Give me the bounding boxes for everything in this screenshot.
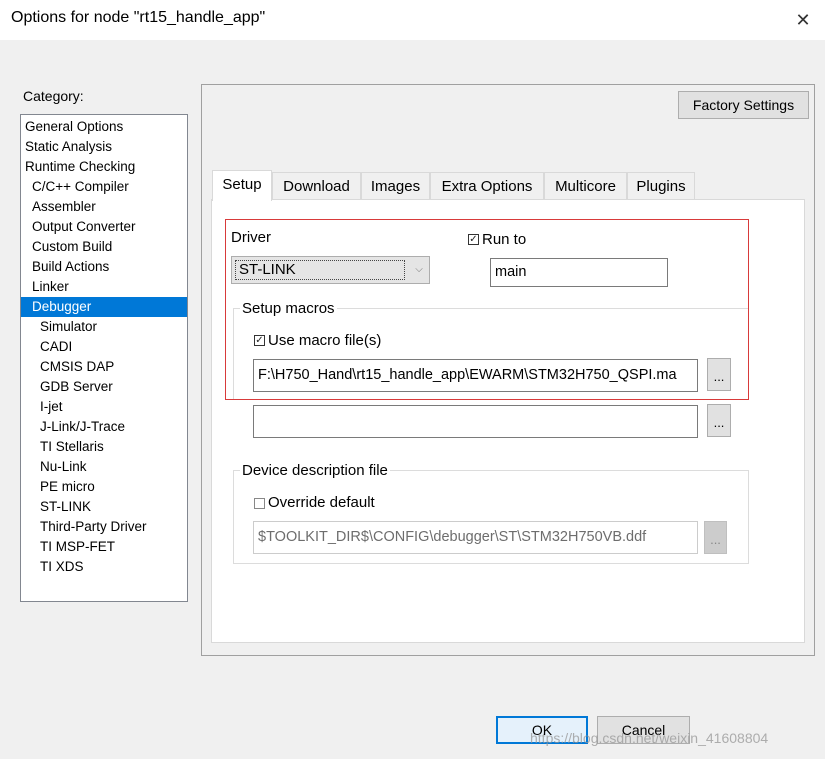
category-item-third-party-driver[interactable]: Third-Party Driver (21, 517, 187, 537)
browse-device-file-button: ... (704, 521, 727, 554)
category-item-i-jet[interactable]: I-jet (21, 397, 187, 417)
category-item-nu-link[interactable]: Nu-Link (21, 457, 187, 477)
category-item-cmsis-dap[interactable]: CMSIS DAP (21, 357, 187, 377)
category-item-st-link[interactable]: ST-LINK (21, 497, 187, 517)
macro-file-input-1[interactable]: F:\H750_Hand\rt15_handle_app\EWARM\STM32… (253, 359, 698, 392)
tab-extra-options[interactable]: Extra Options (430, 172, 544, 200)
run-to-input[interactable]: main (490, 258, 668, 287)
tab-setup[interactable]: Setup (212, 170, 272, 201)
factory-settings-button[interactable]: Factory Settings (678, 91, 809, 119)
tab-plugins[interactable]: Plugins (627, 172, 695, 200)
browse-macro-1-button[interactable]: ... (707, 358, 731, 391)
category-item-static-analysis[interactable]: Static Analysis (21, 137, 187, 157)
category-item-simulator[interactable]: Simulator (21, 317, 187, 337)
category-item-j-link-j-trace[interactable]: J-Link/J-Trace (21, 417, 187, 437)
device-description-label: Device description file (240, 462, 390, 479)
chevron-down-icon: ⌵ (415, 264, 423, 275)
category-item-ti-xds[interactable]: TI XDS (21, 557, 187, 577)
use-macro-label: Use macro file(s) (268, 332, 382, 349)
run-to-label: Run to (482, 231, 527, 248)
category-label: Category: (23, 88, 84, 104)
category-item-output-converter[interactable]: Output Converter (21, 217, 187, 237)
browse-macro-2-button[interactable]: ... (707, 404, 731, 437)
override-default-label: Override default (268, 494, 375, 511)
setup-macros-label: Setup macros (240, 300, 337, 317)
category-item-gdb-server[interactable]: GDB Server (21, 377, 187, 397)
category-item-ti-stellaris[interactable]: TI Stellaris (21, 437, 187, 457)
category-item-c-c-compiler[interactable]: C/C++ Compiler (21, 177, 187, 197)
tab-download[interactable]: Download (272, 172, 361, 200)
driver-select-value: ST-LINK (235, 260, 405, 280)
driver-label: Driver (231, 229, 271, 246)
category-item-cadi[interactable]: CADI (21, 337, 187, 357)
category-item-build-actions[interactable]: Build Actions (21, 257, 187, 277)
category-item-debugger[interactable]: Debugger (21, 297, 187, 317)
driver-select[interactable]: ST-LINK ⌵ (231, 256, 430, 284)
category-item-linker[interactable]: Linker (21, 277, 187, 297)
tab-images[interactable]: Images (361, 172, 430, 200)
device-file-input: $TOOLKIT_DIR$\CONFIG\debugger\ST\STM32H7… (253, 521, 698, 554)
run-to-checkbox[interactable]: ✓ (468, 234, 479, 245)
override-default-checkbox[interactable] (254, 498, 265, 509)
watermark-text: https://blog.csdn.net/weixin_41608804 (530, 730, 769, 746)
category-item-pe-micro[interactable]: PE micro (21, 477, 187, 497)
category-item-general-options[interactable]: General Options (21, 117, 187, 137)
category-list[interactable]: General Options Static Analysis Runtime Ch… (20, 114, 188, 602)
macro-file-input-2[interactable] (253, 405, 698, 438)
use-macro-checkbox[interactable]: ✓ (254, 335, 265, 346)
close-icon[interactable]: ✕ (789, 6, 817, 34)
category-item-runtime-checking[interactable]: Runtime Checking (21, 157, 187, 177)
window-title: Options for node "rt15_handle_app" (11, 9, 266, 26)
category-item-assembler[interactable]: Assembler (21, 197, 187, 217)
tab-multicore[interactable]: Multicore (544, 172, 627, 200)
category-item-ti-msp-fet[interactable]: TI MSP-FET (21, 537, 187, 557)
category-item-custom-build[interactable]: Custom Build (21, 237, 187, 257)
